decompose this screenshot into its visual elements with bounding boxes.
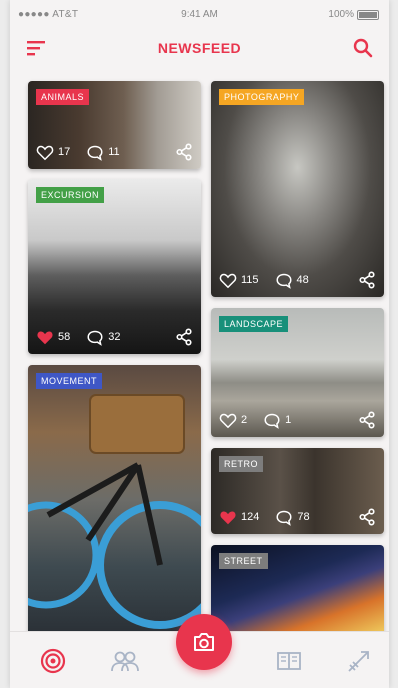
like-stat[interactable]: 58 — [36, 329, 70, 346]
share-icon[interactable] — [175, 328, 193, 346]
heart-filled-icon — [220, 511, 236, 524]
camera-icon — [194, 633, 214, 651]
post-stats: 124 78 — [219, 507, 376, 527]
book-icon — [277, 652, 301, 670]
comment-stat[interactable]: 1 — [263, 412, 291, 429]
share-icon[interactable] — [358, 271, 376, 289]
like-count: 58 — [58, 331, 71, 343]
comment-count: 32 — [108, 331, 121, 343]
page-title: NEWSFEED — [157, 40, 242, 56]
post-stats: 58 32 — [36, 327, 193, 347]
like-count: 17 — [58, 146, 71, 158]
heart-filled-icon — [37, 331, 53, 344]
post-photo — [211, 81, 384, 297]
post-card-photography[interactable]: PHOTOGRAPHY 115 48 — [211, 81, 384, 297]
like-stat[interactable]: 115 — [219, 272, 259, 289]
search-icon[interactable] — [353, 38, 373, 58]
comment-icon — [276, 510, 292, 526]
post-card-excursion[interactable]: EXCURSION 58 32 — [28, 179, 201, 354]
people-nav-button[interactable] — [110, 648, 140, 674]
comment-count: 11 — [108, 146, 120, 158]
comment-stat[interactable]: 32 — [86, 329, 121, 346]
bicycle-illustration — [28, 394, 201, 629]
phone-screen: ●●●●● AT&T 9:41 AM 100% NEWSFEED ANIMALS — [10, 0, 389, 688]
post-card-retro[interactable]: RETRO 124 78 — [211, 448, 384, 534]
share-icon[interactable] — [175, 143, 193, 161]
category-tag[interactable]: ANIMALS — [36, 89, 90, 105]
book-nav-button[interactable] — [276, 648, 302, 674]
arrow-icon — [348, 651, 369, 672]
app-header: NEWSFEED — [10, 30, 389, 66]
comment-icon — [276, 273, 292, 289]
like-stat[interactable]: 2 — [219, 412, 247, 429]
category-tag[interactable]: MOVEMENT — [36, 373, 103, 389]
heart-outline-icon — [219, 273, 237, 288]
people-icon — [111, 651, 139, 672]
comment-stat[interactable]: 11 — [86, 144, 120, 161]
category-tag[interactable]: EXCURSION — [36, 187, 105, 203]
arrow-nav-button[interactable] — [346, 648, 372, 674]
comment-icon — [264, 413, 280, 429]
post-stats: 17 11 — [36, 142, 193, 162]
post-stats: 2 1 — [219, 410, 376, 430]
share-icon[interactable] — [358, 508, 376, 526]
post-stats: 115 48 — [219, 270, 376, 290]
battery-indicator: 100% — [328, 9, 379, 20]
comment-icon — [87, 330, 103, 346]
post-card-animals[interactable]: ANIMALS 17 11 — [28, 81, 201, 169]
comment-count: 1 — [285, 414, 292, 426]
category-tag[interactable]: LANDSCAPE — [219, 316, 289, 332]
battery-icon — [357, 9, 379, 20]
like-stat[interactable]: 124 — [219, 509, 259, 526]
menu-icon[interactable] — [27, 40, 45, 56]
category-tag[interactable]: RETRO — [219, 456, 263, 472]
battery-label: 100% — [328, 9, 354, 20]
post-card-street[interactable]: STREET — [211, 545, 384, 635]
status-bar: ●●●●● AT&T 9:41 AM 100% — [10, 0, 389, 30]
comment-stat[interactable]: 48 — [275, 272, 309, 289]
post-card-movement[interactable]: MOVEMENT — [28, 365, 201, 635]
category-tag[interactable]: STREET — [219, 553, 268, 569]
target-icon — [40, 648, 66, 674]
heart-outline-icon — [219, 413, 237, 428]
comment-count: 78 — [297, 511, 310, 523]
comment-stat[interactable]: 78 — [275, 509, 310, 526]
like-stat[interactable]: 17 — [36, 144, 70, 161]
bottom-nav — [10, 614, 389, 688]
like-count: 115 — [241, 274, 259, 286]
heart-outline-icon — [36, 145, 54, 160]
feed-nav-button[interactable] — [40, 648, 66, 674]
like-count: 124 — [241, 511, 260, 523]
share-icon[interactable] — [358, 411, 376, 429]
like-count: 2 — [241, 414, 248, 426]
camera-button[interactable] — [176, 614, 232, 670]
category-tag[interactable]: PHOTOGRAPHY — [219, 89, 305, 105]
post-card-landscape[interactable]: LANDSCAPE 2 1 — [211, 308, 384, 437]
comment-icon — [87, 145, 103, 161]
comment-count: 48 — [296, 274, 309, 286]
